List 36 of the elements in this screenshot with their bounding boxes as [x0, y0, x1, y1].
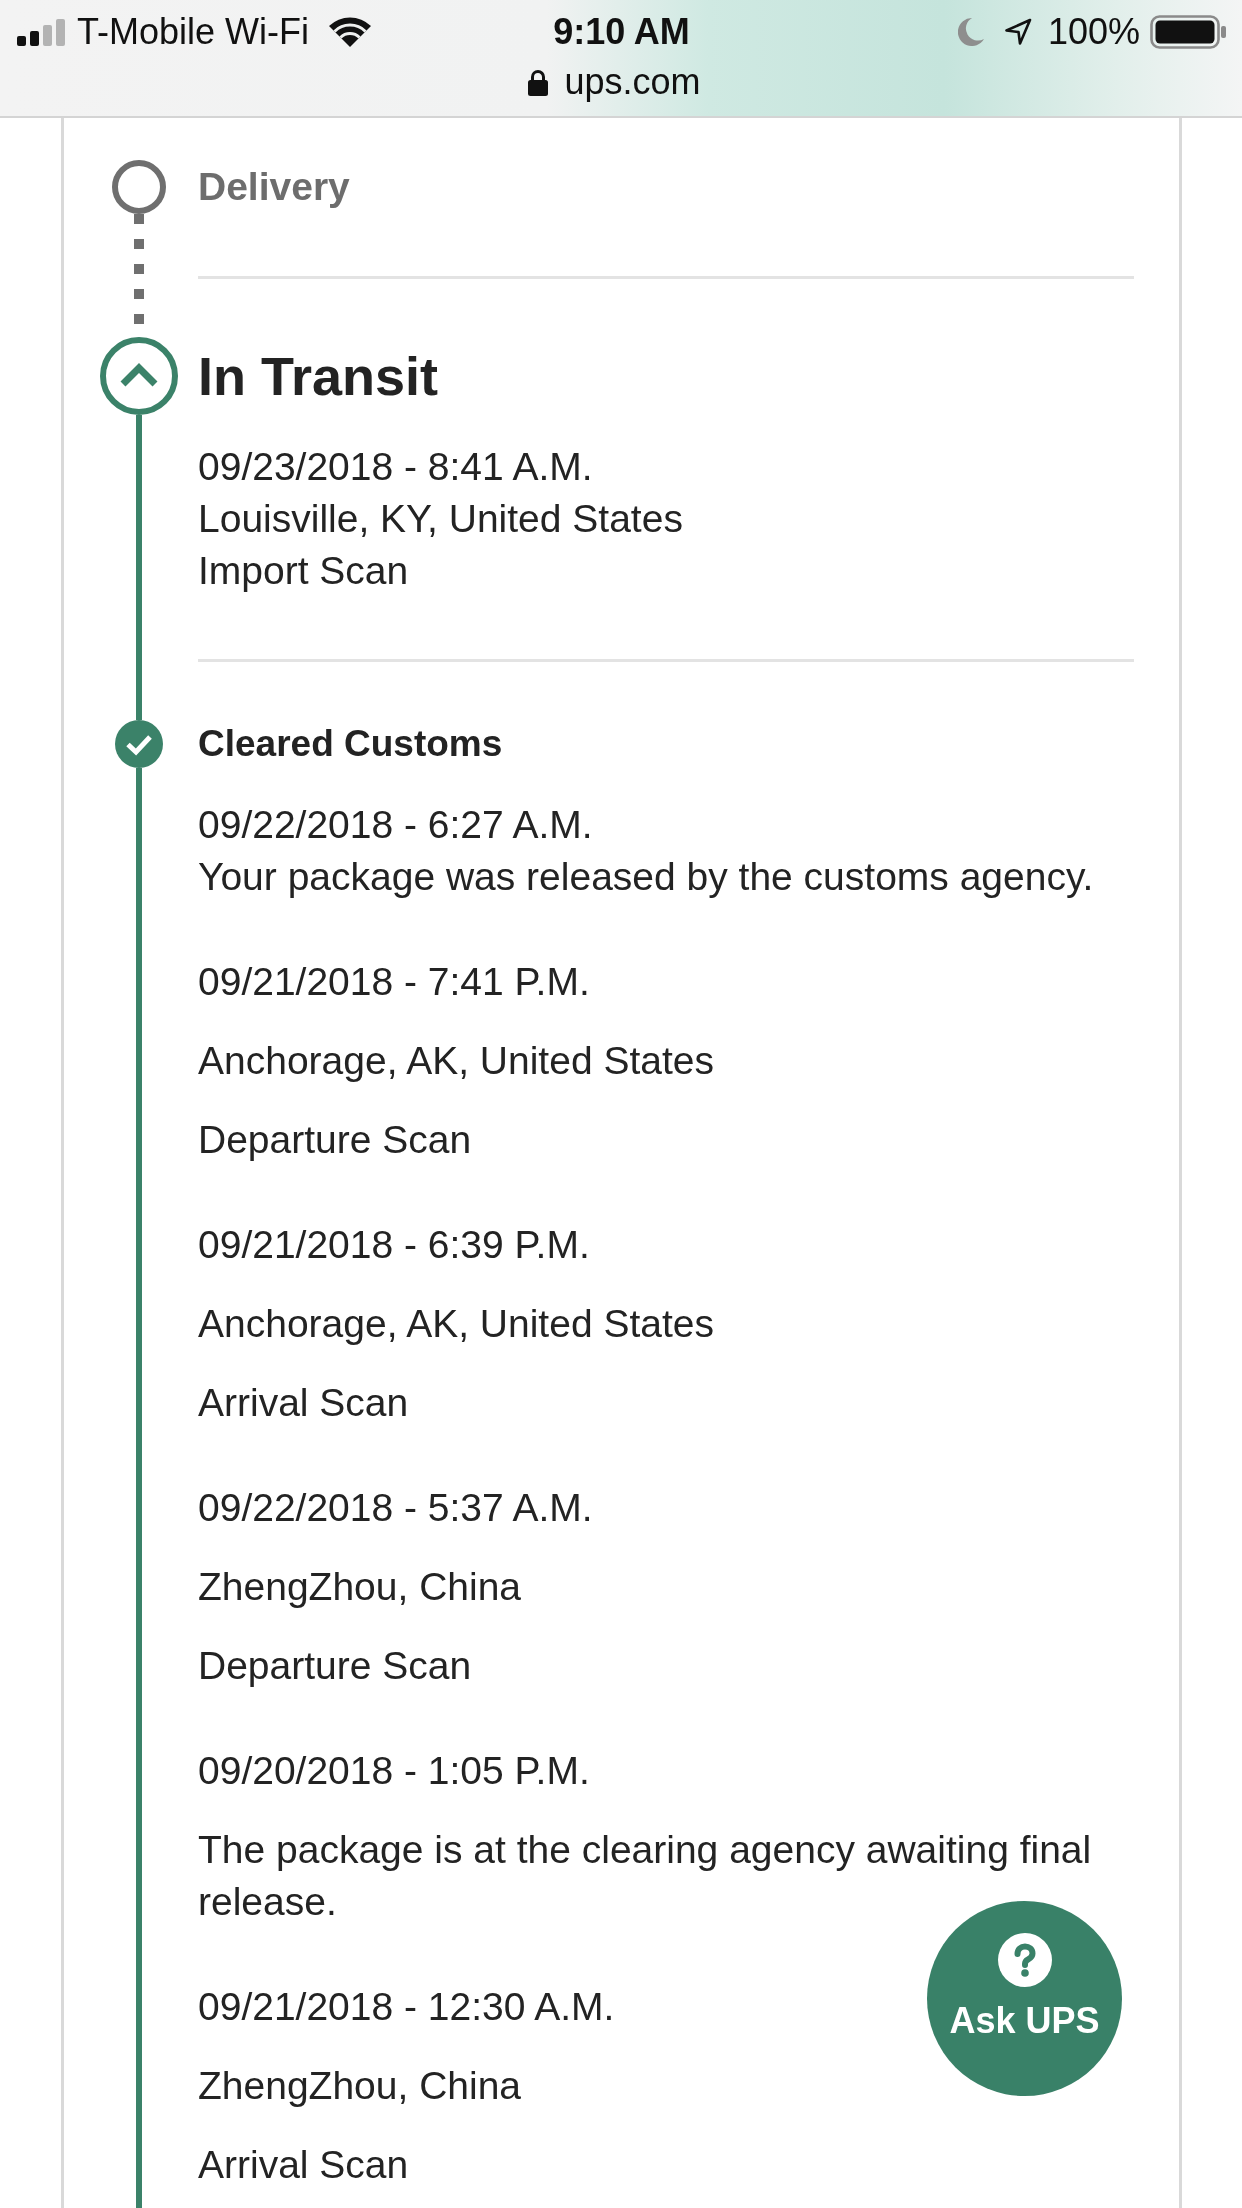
- activity-location: ZhengZhou, China: [198, 2063, 522, 2109]
- lock-icon: [528, 68, 549, 96]
- activity-description: Departure Scan: [198, 1117, 472, 1163]
- event-date: 09/23/2018 - 8:41 A.M.: [198, 444, 593, 490]
- question-mark-icon: [997, 1933, 1052, 1987]
- address-url[interactable]: ups.com: [564, 61, 701, 103]
- activity-date: 09/21/2018 - 7:41 P.M.: [198, 959, 590, 1005]
- milestone-title: In Transit: [198, 345, 439, 408]
- milestone-title: Delivery: [198, 164, 350, 210]
- activity-date: 09/21/2018 - 12:30 A.M.: [198, 1984, 615, 2030]
- battery-percent: 100%: [1047, 11, 1140, 53]
- ask-ups-button[interactable]: Ask UPS: [927, 1901, 1122, 2096]
- activity-date: 09/20/2018 - 1:05 P.M.: [198, 1748, 590, 1794]
- chevron-up-icon: [100, 337, 178, 415]
- activity-location: Anchorage, AK, United States: [198, 1301, 714, 1347]
- clock-time: 9:10 AM: [553, 11, 690, 53]
- event-location: Louisville, KY, United States: [198, 496, 683, 542]
- carrier-name: T-Mobile Wi-Fi: [77, 11, 309, 53]
- activity-date: 09/22/2018 - 5:37 A.M.: [198, 1485, 593, 1531]
- milestone-title: Cleared Customs: [198, 722, 503, 766]
- location-arrow-icon: [1003, 18, 1032, 46]
- event-description: Your package was released by the customs agency.: [198, 854, 1094, 900]
- ring-icon: [112, 160, 166, 214]
- activity-location: Anchorage, AK, United States: [198, 1038, 714, 1084]
- check-circle-icon: [115, 720, 163, 768]
- activity-description: Arrival Scan: [198, 1380, 409, 1426]
- activity-description: Arrival Scan: [198, 2142, 409, 2188]
- battery-icon: [1150, 15, 1226, 49]
- activity-location: ZhengZhou, China: [198, 1564, 522, 1610]
- moon-icon: [957, 18, 984, 46]
- signal-bars-icon: [17, 18, 65, 46]
- activity-description: Departure Scan: [198, 1643, 472, 1689]
- wifi-icon: [329, 17, 371, 47]
- activity-date: 09/21/2018 - 6:39 P.M.: [198, 1222, 590, 1268]
- event-date: 09/22/2018 - 6:27 A.M.: [198, 802, 593, 848]
- event-description: Import Scan: [198, 548, 409, 594]
